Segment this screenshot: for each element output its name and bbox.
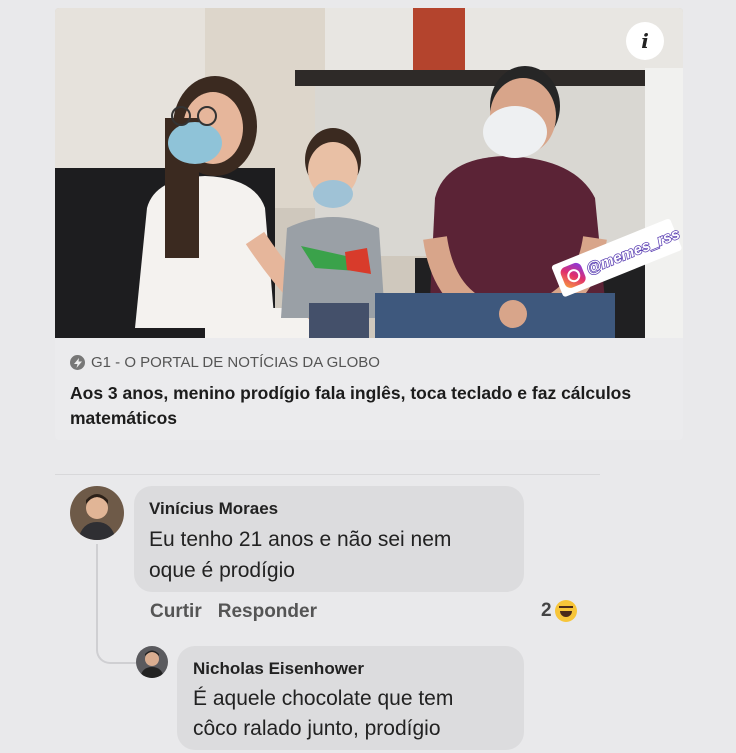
reply-thread-line — [96, 544, 138, 664]
avatar[interactable] — [70, 486, 124, 540]
comment-actions: Curtir Responder — [150, 601, 317, 623]
comment-text-line: Eu tenho 21 anos e não sei nem — [149, 528, 452, 551]
link-headline[interactable]: Aos 3 anos, menino prodígio fala inglês,… — [70, 381, 670, 431]
reply-author[interactable]: Nicholas Eisenhower — [193, 659, 364, 679]
reaction-summary[interactable]: 2 — [541, 600, 577, 622]
haha-icon — [554, 600, 577, 622]
link-source: G1 - O PORTAL DE NOTÍCIAS DA GLOBO — [70, 354, 670, 371]
reply-text-line: É aquele chocolate que tem — [193, 687, 454, 710]
reply-text-line: côco ralado junto, prodígio — [193, 717, 441, 740]
source-label: G1 - O PORTAL DE NOTÍCIAS DA GLOBO — [91, 354, 380, 371]
reply-link[interactable]: Responder — [218, 601, 317, 623]
news-photo — [55, 8, 683, 338]
comment-bubble: Vinícius Moraes Eu tenho 21 anos e não s… — [134, 486, 524, 592]
reaction-count: 2 — [541, 600, 552, 621]
divider — [55, 474, 600, 475]
bolt-icon — [70, 355, 85, 370]
instagram-icon — [558, 261, 588, 290]
comment-text-line: oque é prodígio — [149, 559, 295, 582]
shared-link-card[interactable]: i @memes_rss G1 - O PORTAL DE NOTÍCIAS D… — [55, 8, 683, 440]
reply-avatar[interactable] — [136, 646, 168, 678]
link-caption[interactable]: G1 - O PORTAL DE NOTÍCIAS DA GLOBO Aos 3… — [70, 354, 670, 431]
like-link[interactable]: Curtir — [150, 601, 202, 623]
comment-author[interactable]: Vinícius Moraes — [149, 499, 278, 519]
info-icon[interactable]: i — [626, 22, 664, 60]
reply-bubble: Nicholas Eisenhower É aquele chocolate q… — [177, 646, 524, 750]
